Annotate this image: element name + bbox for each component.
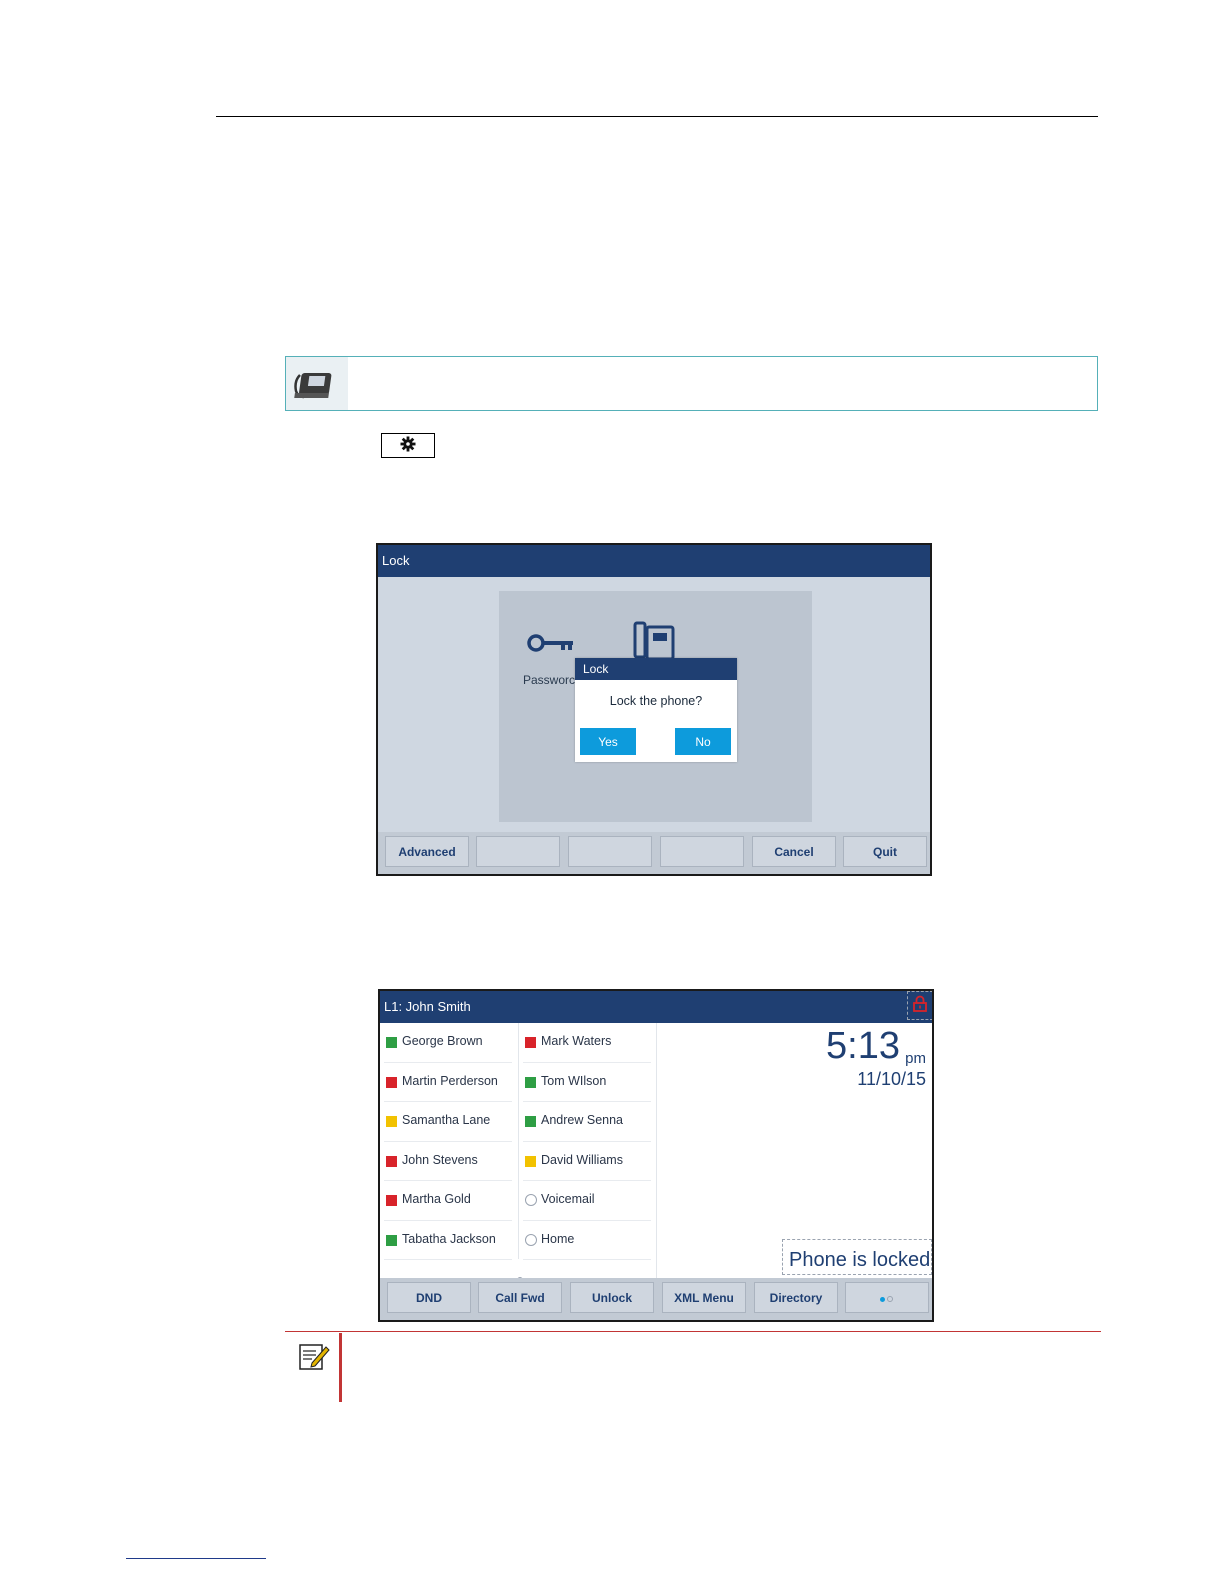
- presence-status-icon: [525, 1076, 536, 1088]
- softkey-advanced[interactable]: Advanced: [385, 836, 469, 867]
- softkey-dnd[interactable]: DND: [387, 1282, 471, 1313]
- idle-softkey-bar: DND Call Fwd Unlock XML Menu Directory: [380, 1278, 932, 1320]
- softkey-directory[interactable]: Directory: [754, 1282, 838, 1313]
- lock-confirm-dialog: Lock Lock the phone? Yes No: [575, 658, 737, 762]
- list-item-label: John Stevens: [402, 1152, 478, 1167]
- lock-screen: Lock Passworc Lock Lock the phone? Yes N…: [376, 543, 932, 876]
- list-item[interactable]: Voicemail: [525, 1181, 651, 1220]
- list-item-label: Home: [541, 1231, 575, 1246]
- line-title-bar: L1: John Smith: [380, 991, 932, 1023]
- busy-lamp-field-list: George Brown Martin Perderson Samantha Lan…: [380, 1023, 657, 1283]
- list-item-label: Voicemail: [541, 1192, 595, 1206]
- softkey-more[interactable]: [845, 1282, 929, 1313]
- dialog-title: Lock: [575, 658, 737, 680]
- presence-status-icon: [386, 1155, 397, 1167]
- column-divider: [518, 1023, 519, 1259]
- lock-softkey-bar: Advanced Cancel Quit: [378, 832, 930, 874]
- list-item[interactable]: Samantha Lane: [386, 1102, 512, 1141]
- phone-ui-callout: [285, 356, 1098, 411]
- phone-locked-status: Phone is locked: [782, 1239, 932, 1275]
- softkey-cancel[interactable]: Cancel: [752, 836, 836, 867]
- note-pencil-icon: [298, 1341, 330, 1375]
- list-item[interactable]: Home: [525, 1221, 651, 1260]
- presence-status-icon: [525, 1037, 536, 1048]
- list-item[interactable]: Tom WIlson: [525, 1063, 651, 1102]
- list-item-label: Tabatha Jackson: [402, 1231, 496, 1246]
- presence-status-icon: [525, 1116, 536, 1127]
- list-item[interactable]: Martin Perderson: [386, 1063, 512, 1102]
- softkey-unlock[interactable]: Unlock: [570, 1282, 654, 1313]
- gear-icon: [400, 436, 416, 456]
- list-item[interactable]: George Brown: [386, 1023, 512, 1062]
- key-icon[interactable]: [527, 633, 575, 657]
- idle-locked-screen: L1: John Smith George Brown Martin Perder…: [378, 989, 934, 1322]
- softkey-quit[interactable]: Quit: [843, 836, 927, 867]
- presence-status-icon: [386, 1195, 397, 1206]
- list-item-label: Samantha Lane: [402, 1113, 491, 1127]
- list-item[interactable]: Martha Gold: [386, 1181, 512, 1220]
- presence-status-icon: [525, 1155, 536, 1167]
- page-dot-active: [879, 1296, 885, 1302]
- list-item-label: Andrew Senna: [541, 1113, 624, 1127]
- clock-ampm: pm: [905, 1050, 926, 1067]
- presence-status-icon: [386, 1234, 397, 1246]
- list-item[interactable]: David Williams: [525, 1142, 651, 1181]
- row-divider: [523, 1259, 651, 1260]
- softkey-call-fwd[interactable]: Call Fwd: [478, 1282, 562, 1313]
- softkey-empty-3[interactable]: [660, 836, 744, 867]
- list-item-label: David Williams: [541, 1152, 623, 1167]
- list-item-label: Mark Waters: [541, 1034, 612, 1048]
- lock-indicator: [907, 991, 932, 1020]
- list-item[interactable]: Mark Waters: [525, 1023, 651, 1062]
- softkey-xml-menu[interactable]: XML Menu: [662, 1282, 746, 1313]
- note-bar: [339, 1333, 342, 1402]
- list-item-label: Martin Perderson: [402, 1073, 498, 1088]
- presence-status-icon: [386, 1116, 397, 1127]
- lock-title-bar: Lock: [378, 545, 930, 577]
- padlock-icon: [913, 995, 927, 1016]
- status-circle-icon: [525, 1194, 537, 1206]
- password-label: Passworc: [523, 673, 576, 687]
- list-item[interactable]: Tabatha Jackson: [386, 1221, 512, 1260]
- list-item-label: Martha Gold: [402, 1192, 471, 1206]
- list-item[interactable]: Andrew Senna: [525, 1102, 651, 1141]
- softkey-empty-1[interactable]: [476, 836, 560, 867]
- softkey-empty-2[interactable]: [568, 836, 652, 867]
- list-item-label: Tom WIlson: [541, 1073, 607, 1088]
- presence-status-icon: [386, 1037, 397, 1048]
- desk-phone-icon: [286, 357, 348, 410]
- list-item[interactable]: John Stevens: [386, 1142, 512, 1181]
- clock-time: 5:13: [826, 1025, 900, 1067]
- page-dot: [886, 1295, 893, 1302]
- no-button[interactable]: No: [675, 728, 731, 755]
- header-rule: [216, 116, 1098, 117]
- clock-date: 11/10/15: [857, 1069, 926, 1089]
- footer-link-underline: [126, 1558, 266, 1559]
- row-divider: [384, 1259, 512, 1260]
- settings-key[interactable]: [381, 433, 435, 458]
- dialog-message: Lock the phone?: [609, 694, 703, 708]
- presence-status-icon: [386, 1076, 397, 1088]
- status-circle-icon: [525, 1233, 537, 1246]
- note-rule: [285, 1331, 1101, 1332]
- list-item-label: George Brown: [402, 1034, 483, 1048]
- yes-button[interactable]: Yes: [580, 728, 636, 755]
